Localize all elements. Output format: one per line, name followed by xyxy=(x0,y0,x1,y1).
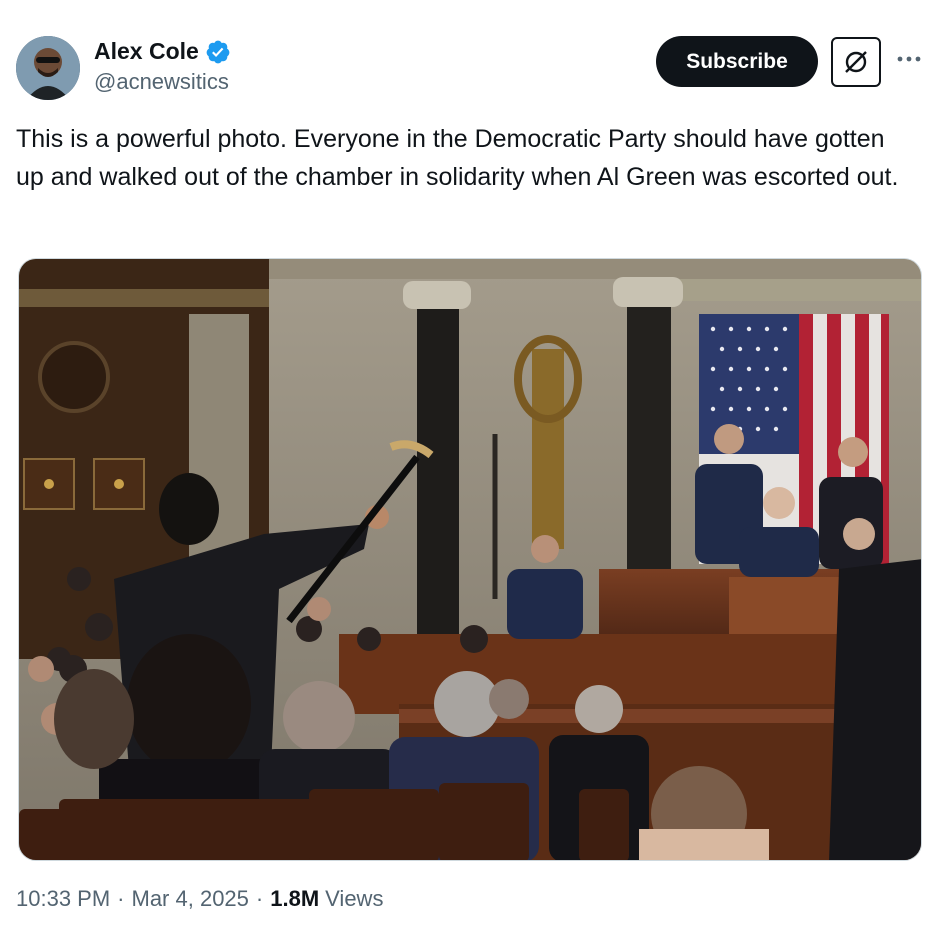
grok-icon[interactable] xyxy=(831,37,881,87)
author-info: Alex Cole @acnewsitics xyxy=(94,38,231,95)
tweet-photo[interactable] xyxy=(18,258,922,861)
tweet-meta: 10:33 PM · Mar 4, 2025 · 1.8M Views xyxy=(16,886,383,912)
tweet-date[interactable]: Mar 4, 2025 xyxy=(132,886,249,912)
author-handle[interactable]: @acnewsitics xyxy=(94,69,231,95)
photo-house-chamber-image xyxy=(19,259,921,860)
views-label: Views xyxy=(325,886,384,911)
tweet-header: Alex Cole @acnewsitics Subscribe xyxy=(16,36,926,102)
tweet-text: This is a powerful photo. Everyone in th… xyxy=(16,125,899,191)
meta-separator: · xyxy=(117,886,125,911)
avatar-image xyxy=(16,36,80,100)
more-options-icon[interactable] xyxy=(894,44,924,74)
verified-badge-icon xyxy=(205,39,231,65)
avatar[interactable] xyxy=(16,36,80,100)
tweet-time[interactable]: 10:33 PM xyxy=(16,886,110,912)
views-count: 1.8M xyxy=(270,886,320,911)
meta-separator: · xyxy=(255,886,264,911)
author-display-name[interactable]: Alex Cole xyxy=(94,38,199,65)
subscribe-button[interactable]: Subscribe xyxy=(656,36,818,87)
